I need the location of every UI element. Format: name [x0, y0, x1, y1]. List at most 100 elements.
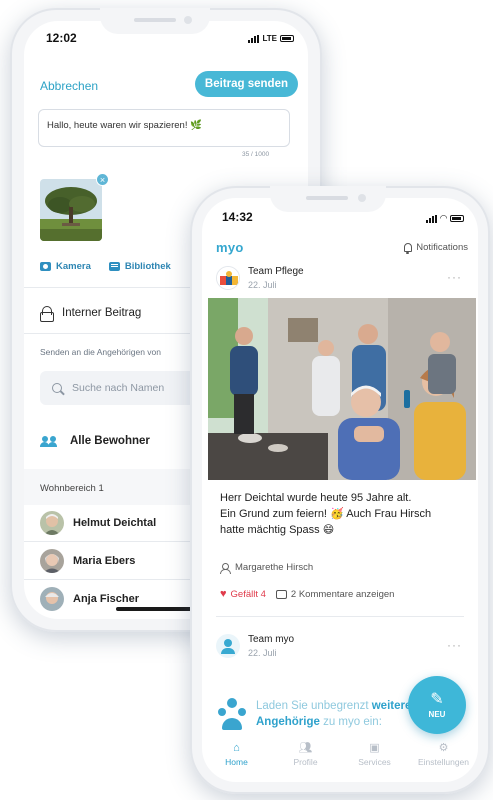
invite-banner[interactable]: Laden Sie unbegrenzt weitere Angehörige …: [216, 698, 426, 730]
show-comments-button[interactable]: 2 Kommentare anzeigen: [275, 588, 395, 600]
tagged-person[interactable]: Margarethe Hirsch: [220, 562, 314, 574]
status-time: 14:32: [222, 210, 253, 224]
tab-home[interactable]: ⌂ Home: [204, 742, 270, 767]
new-post-fab[interactable]: ✎ NEU: [408, 676, 466, 734]
camera-label: Kamera: [56, 261, 91, 272]
signal-icon: [248, 34, 260, 43]
person-icon: [220, 562, 231, 574]
status-icons: LTE: [248, 34, 294, 43]
attached-photo-thumbnail[interactable]: [40, 179, 102, 241]
notifications-label: Notifications: [416, 242, 468, 253]
avatar: [40, 587, 64, 611]
party-photo: [208, 298, 476, 480]
speaker: [134, 18, 176, 22]
post-text-line: Ein Grund zum feiern! 🥳 Auch Frau Hirsch: [220, 508, 432, 520]
home-icon: ⌂: [233, 742, 240, 754]
resident-item[interactable]: Maria Ebers: [40, 549, 135, 573]
speaker: [306, 196, 348, 200]
send-post-button[interactable]: Beitrag senden: [194, 71, 298, 97]
post-text-line: hatte mächtig Spass 😄: [220, 524, 335, 536]
all-residents-label: Alle Bewohner: [70, 435, 150, 447]
feed-screen: 14:32 ◠ myo Notifications Team Pflege 22…: [202, 198, 478, 782]
battery-icon: [450, 215, 464, 222]
wifi-icon: ◠: [440, 213, 447, 223]
pen-plus-icon: ✎: [430, 690, 444, 708]
tab-profile[interactable]: 👥︎ Profile: [273, 742, 339, 767]
search-icon: [52, 383, 62, 393]
heart-icon: ♥: [220, 588, 227, 600]
gear-icon: ⚙: [438, 742, 449, 754]
post-photo[interactable]: [208, 298, 476, 480]
phone-notch: [270, 186, 386, 212]
team-avatar: [216, 266, 240, 290]
invite-people-icon: [216, 698, 248, 730]
comment-icon: [275, 589, 287, 599]
likes-label: Gefällt 4: [230, 588, 266, 600]
fab-label: NEU: [428, 709, 446, 719]
tab-label: Services: [358, 757, 391, 767]
more-options-icon[interactable]: ···: [447, 638, 462, 652]
author-name: Team myo: [248, 634, 295, 645]
tree-photo: [40, 179, 102, 241]
front-camera: [358, 194, 366, 202]
internal-post-toggle[interactable]: Interner Beitrag: [40, 306, 142, 322]
invite-text-bold: weitere: [371, 700, 412, 712]
front-camera: [184, 16, 192, 24]
post-text-line: Herr Deichtal wurde heute 95 Jahre alt.: [220, 492, 412, 504]
people-icon: [40, 436, 58, 447]
lock-icon: [40, 306, 54, 322]
library-button[interactable]: Bibliothek: [108, 261, 171, 272]
tab-label: Profile: [293, 757, 318, 767]
signal-icon: [426, 214, 438, 223]
invite-text-part: zu myo ein:: [319, 716, 382, 728]
tab-label: Einstellungen: [417, 757, 470, 767]
post-text: Herr Deichtal wurde heute 95 Jahre alt. …: [220, 490, 470, 538]
feed-phone: 14:32 ◠ myo Notifications Team Pflege 22…: [190, 186, 490, 794]
media-source-row: Kamera Bibliothek: [40, 261, 171, 272]
tab-label: Home: [225, 757, 248, 767]
post-author[interactable]: Team Pflege 22. Juli: [216, 266, 304, 290]
post-reactions: ♥ Gefällt 4 2 Kommentare anzeigen: [220, 588, 394, 600]
phone-notch: [100, 8, 210, 34]
camera-icon: [40, 262, 51, 271]
avatar: [40, 549, 64, 573]
remove-photo-icon[interactable]: ×: [96, 173, 109, 186]
post-author[interactable]: Team myo 22. Juli: [216, 634, 294, 658]
send-to-label: Senden an die Angehörigen von: [40, 347, 161, 357]
resident-item[interactable]: Helmut Deichtal: [40, 511, 156, 535]
invite-text: Laden Sie unbegrenzt weitere Angehörige …: [256, 698, 426, 730]
status-icons: ◠: [426, 213, 464, 224]
search-placeholder: Suche nach Namen: [72, 382, 165, 394]
post-date: 22. Juli: [248, 280, 277, 290]
author-name: Team Pflege: [248, 266, 304, 277]
carrier-label: LTE: [262, 34, 277, 43]
notifications-button[interactable]: Notifications: [404, 242, 468, 254]
message-input[interactable]: Hallo, heute waren wir spazieren! 🌿: [38, 109, 290, 147]
camera-button[interactable]: Kamera: [40, 261, 91, 272]
services-icon: ▣: [369, 742, 380, 754]
internal-post-label: Interner Beitrag: [62, 307, 142, 319]
avatar: [40, 511, 64, 535]
bell-icon: [404, 243, 413, 254]
library-label: Bibliothek: [124, 261, 171, 272]
tab-services[interactable]: ▣ Services: [342, 742, 408, 767]
all-residents-option[interactable]: Alle Bewohner: [40, 435, 150, 447]
compose-header: Abbrechen Beitrag senden: [24, 65, 308, 105]
tagged-person-name: Margarethe Hirsch: [235, 562, 314, 573]
comments-label: 2 Kommentare anzeigen: [290, 588, 395, 600]
resident-name: Helmut Deichtal: [73, 517, 157, 529]
cancel-button[interactable]: Abbrechen: [40, 79, 98, 93]
post-date: 22. Juli: [248, 648, 277, 658]
bottom-tab-bar: ⌂ Home 👥︎ Profile ▣ Services ⚙ Einstellu…: [202, 738, 478, 782]
char-counter: 35 / 1000: [242, 151, 270, 158]
library-icon: [108, 262, 120, 271]
team-avatar: [216, 634, 240, 658]
more-options-icon[interactable]: ···: [447, 270, 462, 284]
like-button[interactable]: ♥ Gefällt 4: [220, 588, 266, 600]
resident-name: Anja Fischer: [73, 593, 140, 605]
tab-settings[interactable]: ⚙ Einstellungen: [411, 742, 477, 767]
invite-text-part: Laden Sie unbegrenzt: [256, 700, 372, 712]
invite-text-bold: Angehörige: [256, 716, 320, 728]
resident-name: Maria Ebers: [73, 555, 136, 567]
battery-icon: [280, 35, 294, 42]
